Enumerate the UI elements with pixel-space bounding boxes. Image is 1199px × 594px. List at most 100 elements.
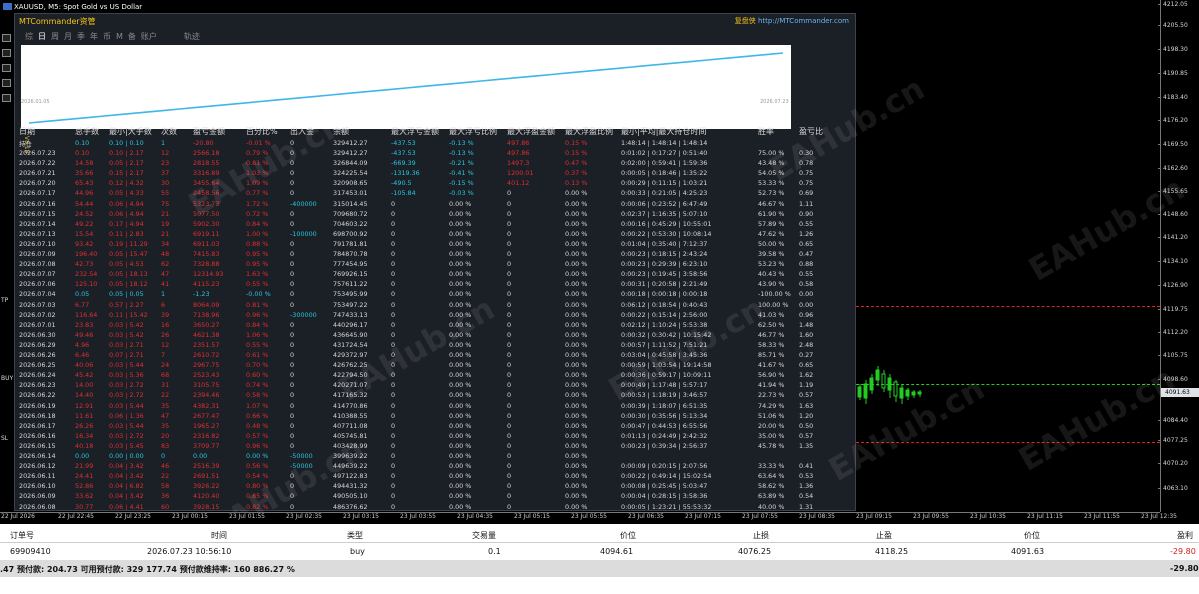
cell: 0.00 % <box>449 250 472 258</box>
table-row[interactable]: 2026.06.26 6.46 0.07 | 2.71 7 2610.72 0.61 % 0… <box>15 350 845 360</box>
tab-0[interactable]: 综 <box>25 32 33 41</box>
table-row[interactable]: 2026.07.08 42.73 0.05 | 4.53 62 7328.88 0.95 … <box>15 259 845 269</box>
cell: 0.03 | 5.42 <box>109 330 144 339</box>
cell: 0.53 <box>799 472 814 481</box>
table-row[interactable]: 2026.07.15 24.52 0.06 | 4.94 21 5077.50 0.72 … <box>15 209 845 219</box>
table-row[interactable]: 2026.06.24 45.42 0.03 | 5.36 68 2523.43 0.60 … <box>15 370 845 380</box>
price-tick: 4098.60 <box>1163 376 1188 383</box>
table-row[interactable]: 2026.06.16 16.34 0.03 | 2.72 20 2316.82 0.57 … <box>15 431 845 441</box>
table-row[interactable]: 2026.07.07 232.54 0.05 | 18.13 47 12314.93 1.… <box>15 269 845 279</box>
table-row[interactable]: 2026.06.10 52.86 0.04 | 6.82 58 3926.22 0.80 … <box>15 481 845 491</box>
table-row[interactable]: 2026.07.13 15.54 0.11 | 2.83 21 6919.11 1.00 … <box>15 229 845 239</box>
table-row[interactable]: 2026.06.30 49.46 0.03 | 5.42 26 4621.38 1.06 … <box>15 330 845 340</box>
trade-row[interactable]: 69909410 2026.07.23 10:56:10 buy 0.1 409… <box>0 543 1199 560</box>
cell: 0.03 | 5.36 <box>109 371 144 380</box>
cell: 0 <box>290 159 295 168</box>
cell: 0.00 % <box>565 330 588 339</box>
table-row[interactable]: 2026.07.20 65.43 0.12 | 4.32 30 3455.64 1.09 … <box>15 178 845 188</box>
table-row[interactable]: 2026.07.23 0.10 0.10 | 2.17 12 2566.18 0.79 %… <box>15 148 845 158</box>
table-row[interactable]: 2026.06.08 30.77 0.06 | 4.41 60 3928.15 0.82 … <box>15 502 845 511</box>
tab-2[interactable]: 周 <box>51 32 59 41</box>
table-row[interactable]: 2026.06.25 40.06 0.03 | 5.44 24 2967.75 0.70 … <box>15 360 845 370</box>
cell: 3455.64 <box>193 179 220 188</box>
cell: 1965.27 <box>193 421 220 430</box>
table-row[interactable]: 2026.07.09 196.40 0.05 | 15.47 48 7415.83 0.9… <box>15 249 845 259</box>
cell: -20.80 <box>193 139 214 147</box>
table-row[interactable]: 2026.06.12 21.99 0.04 | 3.42 46 2516.39 0.56 … <box>15 461 845 471</box>
col-header: 盈亏比 <box>799 127 823 136</box>
tab-10[interactable]: 轨迹 <box>184 32 200 41</box>
cell: 0.00 % <box>449 310 472 319</box>
table-row[interactable]: 2026.07.03 6.77 0.57 | 2.27 6 8064.09 0.81 % 0… <box>15 300 845 310</box>
table-row[interactable]: 2026.07.22 14.58 0.05 | 2.17 23 2818.55 0.81 … <box>15 158 845 168</box>
tab-5[interactable]: 年 <box>90 32 98 41</box>
cell: 23 <box>161 159 170 168</box>
cell: 2026.07.14 <box>19 219 56 228</box>
table-row[interactable]: 2026.07.10 93.42 0.19 | 11.29 34 6911.03 0.88… <box>15 239 845 249</box>
cell: 2523.43 <box>193 371 220 380</box>
cell: 0.00 % <box>449 371 472 380</box>
cell: 0.77 % <box>246 189 269 198</box>
table-row[interactable]: 2026.07.01 23.83 0.03 | 5.42 16 3650.27 0.84 … <box>15 320 845 330</box>
cell: 0 <box>391 320 396 329</box>
tool-icon[interactable] <box>2 49 11 57</box>
cell: -0.13 % <box>449 139 474 147</box>
tab-4[interactable]: 季 <box>77 32 85 41</box>
cell: 0.00 % <box>449 431 472 440</box>
table-row[interactable]: 2026.07.14 49.22 0.17 | 4.94 19 5902.30 0.84 … <box>15 219 845 229</box>
tab-7[interactable]: M <box>116 32 123 41</box>
table-row[interactable]: 2026.07.21 35.66 0.15 | 2.17 37 3316.89 1.03 … <box>15 168 845 178</box>
cell: 0.05 | 0.05 <box>109 290 144 299</box>
tab-9[interactable]: 账户 <box>141 32 157 41</box>
cell: 0.57 <box>799 391 814 400</box>
table-row[interactable]: 2026.07.02 116.64 0.11 | 15.42 39 7138.96 0.9… <box>15 310 845 320</box>
cell: 6919.11 <box>193 229 220 238</box>
cell: 6911.03 <box>193 239 220 248</box>
cell: 0.00 % <box>565 260 588 269</box>
cell: 0:06:12 | 0:18:54 | 0:40:43 <box>621 300 708 309</box>
table-row[interactable]: 2026.06.18 11.61 0.06 | 1.36 47 2677.47 0.66 … <box>15 411 845 421</box>
cell: 2566.18 <box>193 149 220 157</box>
hold-row[interactable]: 持仓 0.10 0.10 | 0.10 1 -20.80 -0.01 % 0 329412.2… <box>15 138 845 148</box>
cell: 12.91 <box>75 401 94 410</box>
cell: 0.05 <box>75 290 90 299</box>
promo-link[interactable]: 复盘侠 http://MTCommander.com <box>735 16 849 26</box>
cell: 0 <box>391 401 396 410</box>
cell: 0.00 % <box>565 219 588 228</box>
cell: -105.84 <box>391 189 416 198</box>
tab-6[interactable]: 币 <box>103 32 111 41</box>
cell: 0 <box>391 199 396 208</box>
table-row[interactable]: 2026.07.04 0.05 0.05 | 0.05 1 -1.23 -0.00 % 0 7… <box>15 289 845 299</box>
tab-8[interactable]: 备 <box>128 32 136 41</box>
window-title: XAUUSD, M5: Spot Gold vs US Dollar <box>0 0 1160 14</box>
table-row[interactable]: 2026.06.17 26.26 0.03 | 5.44 35 1965.27 0.48 … <box>15 421 845 431</box>
tool-icon[interactable] <box>2 64 11 72</box>
cell: 0:00:23 | 0:18:15 | 2:43:24 <box>621 250 708 258</box>
cell: 422794.50 <box>333 371 368 380</box>
cell: 0.55 <box>799 219 814 228</box>
table-row[interactable]: 2026.06.19 12.91 0.03 | 5.44 35 4382.31 1.07 … <box>15 401 845 411</box>
tool-icon[interactable] <box>2 79 11 87</box>
table-row[interactable]: 2026.06.14 0.00 0.00 | 0.00 0 0.00 0.00 % -500… <box>15 451 845 461</box>
tab-3[interactable]: 月 <box>64 32 72 41</box>
tab-1[interactable]: 日 <box>38 32 46 41</box>
cell: 0 <box>290 351 295 359</box>
price-chart[interactable] <box>856 14 1160 512</box>
table-row[interactable]: 2026.06.11 24.41 0.04 | 3.42 22 2691.51 0.54 … <box>15 471 845 481</box>
cell: 2516.39 <box>193 462 220 471</box>
cell: 0.55 % <box>246 280 269 289</box>
table-row[interactable]: 2026.07.17 44.96 0.05 | 4.33 55 2458.56 0.77 … <box>15 188 845 198</box>
cell: 0:02:00 | 0:59:41 | 1:59:36 <box>621 159 708 168</box>
cell: 1.63 <box>799 401 814 410</box>
cell: 0 <box>290 381 295 390</box>
tool-icon[interactable] <box>2 94 11 102</box>
tool-icon[interactable] <box>2 34 11 42</box>
table-row[interactable]: 2026.06.15 40.18 0.03 | 5.45 83 3709.77 0.96 … <box>15 441 845 451</box>
table-row[interactable]: 2026.06.09 33.62 0.04 | 3.42 36 4120.40 0.85 … <box>15 491 845 501</box>
table-row[interactable]: 2026.06.22 14.40 0.03 | 2.72 22 2394.46 0.58 … <box>15 390 845 400</box>
table-row[interactable]: 2026.07.06 125.10 0.05 | 18.12 41 4115.23 0.5… <box>15 279 845 289</box>
table-row[interactable]: 2026.06.29 4.96 0.03 | 2.71 12 2351.57 0.55 %… <box>15 340 845 350</box>
table-row[interactable]: 2026.06.23 14.00 0.03 | 2.72 31 3105.75 0.74 … <box>15 380 845 390</box>
cell: 0:00:23 | 0:29:39 | 6:23:10 <box>621 260 708 269</box>
table-row[interactable]: 2026.07.16 54.44 0.06 | 4.94 75 5323.73 1.72 … <box>15 199 845 209</box>
